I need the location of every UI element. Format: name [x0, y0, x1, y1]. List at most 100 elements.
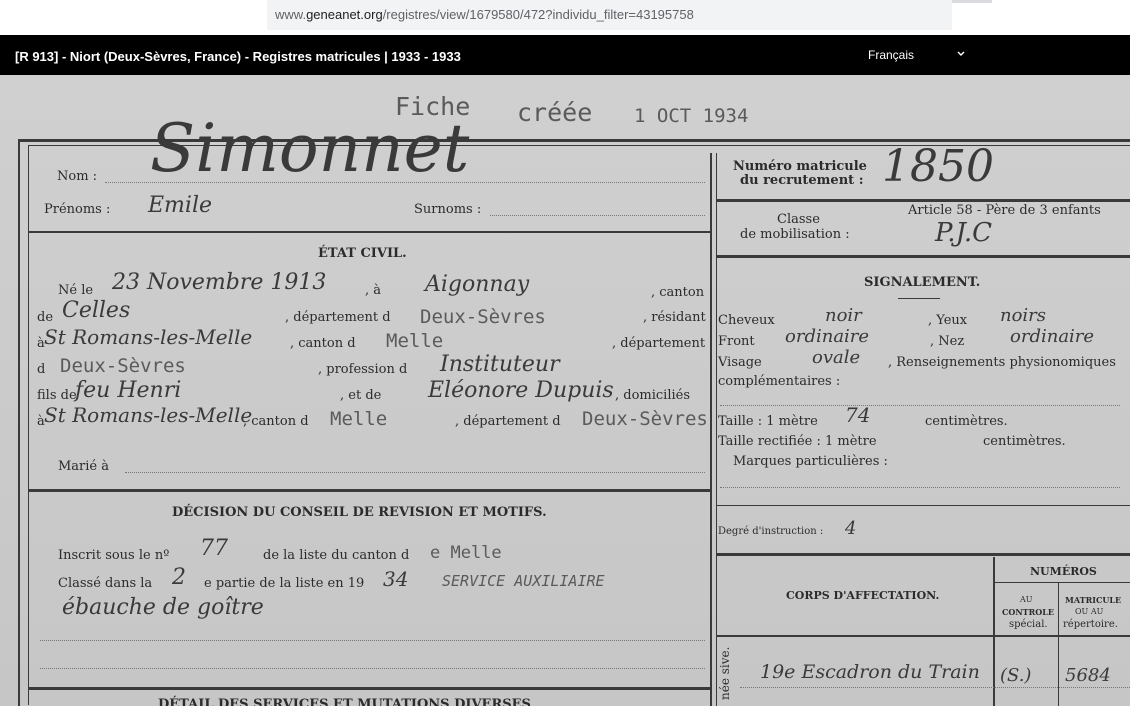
residence: St Romans-les-Melle [44, 325, 253, 349]
service: SERVICE AUXILIAIRE [442, 572, 605, 590]
register-title: [R 913] - Niort (Deux-Sèvres, France) - … [15, 49, 461, 64]
yeux-value: noirs [1000, 305, 1047, 326]
controle-line-1: AU [1020, 595, 1033, 604]
numeros-underline [995, 582, 1130, 583]
parents-place: St Romans-les-Melle [44, 403, 253, 427]
rule-marques [717, 505, 1130, 506]
birth-a: , à [365, 283, 382, 298]
stamp-creee: créée [517, 98, 593, 127]
rule-classe [717, 255, 1130, 258]
marques-line-1 [720, 487, 1120, 488]
nez-label: , Nez [930, 334, 965, 349]
taille-value: 74 [845, 403, 871, 427]
liste-canton-value: e Melle [430, 543, 502, 563]
url-text[interactable]: www.geneanet.org/registres/view/1679580/… [275, 7, 694, 22]
rule-corps-header [717, 635, 1130, 637]
scanned-document-viewer[interactable]: Fiche créée 1 OCT 1934 Nom : Simonnet Pr… [0, 75, 1130, 706]
parents-dept: Deux-Sèvres [582, 408, 708, 430]
register-page: Fiche créée 1 OCT 1934 Nom : Simonnet Pr… [0, 75, 1130, 706]
birth-place: Aigonnay [425, 272, 530, 297]
corps-line [740, 687, 1130, 688]
cheveux-label: Cheveux [718, 313, 775, 328]
departement-value: Deux-Sèvres [420, 306, 546, 328]
visage-value: ovale [812, 347, 861, 368]
renseignements-label: , Renseignements physionomiques [888, 355, 1116, 370]
parents-canton-label: , canton d [243, 414, 309, 429]
centimetres-label-2: centimètres. [983, 434, 1066, 449]
numero-label-1: Numéro matricule [733, 159, 867, 174]
yeux-label: , Yeux [928, 313, 968, 328]
motif: ébauche de goître [62, 595, 264, 620]
numero-label-2: du recrutement : [740, 173, 864, 188]
profession: Instituteur [440, 352, 560, 377]
prenoms-value: Emile [148, 193, 213, 218]
corps-value: 19e Escadron du Train [760, 661, 980, 683]
d-label: d [37, 362, 46, 377]
language-select[interactable]: Français [868, 47, 968, 65]
marques-label: Marques particulières : [733, 454, 888, 469]
partie-no: 2 [172, 565, 186, 590]
taille-label: Taille : 1 mètre [718, 414, 818, 429]
frame-left [18, 139, 20, 706]
parents-dept-label: , département d [455, 414, 561, 429]
residence-canton: Melle [386, 330, 444, 352]
surnoms-line [490, 215, 705, 216]
front-label: Front [718, 334, 755, 349]
degre-label: Degré d'instruction : [718, 526, 824, 537]
inscrit-label: Inscrit sous le nº [58, 548, 170, 563]
taille-rect-label: Taille rectifiée : 1 mètre [718, 434, 877, 449]
column-divider-inner [716, 153, 717, 706]
language-label: Français [868, 48, 915, 62]
matricule-line-1: MATRICULE [1065, 595, 1122, 605]
father: feu Henri [75, 378, 182, 403]
classe-value: P.J.C [935, 218, 993, 248]
numeros-header: NUMÉROS [1030, 565, 1097, 578]
controle-line-3: spécial. [1009, 619, 1048, 630]
birth-date: 23 Novembre 1913 [112, 270, 327, 295]
column-divider [710, 153, 712, 706]
de-label: de [37, 310, 54, 325]
classe-note: Article 58 - Père de 3 enfants [908, 203, 1101, 218]
rule-after-names [29, 231, 710, 233]
etat-civil-title: ÉTAT CIVIL. [318, 246, 407, 261]
liste-canton-label: de la liste du canton d [263, 548, 410, 563]
et-de-label: , et de [340, 388, 382, 403]
fils-de-label: fils de [37, 388, 77, 403]
degre-value: 4 [845, 518, 857, 539]
motif-line-1 [40, 640, 705, 641]
classe-dans-label: Classé dans la [58, 576, 153, 591]
annee: 34 [383, 567, 409, 591]
rule-degre [717, 553, 1130, 556]
ne-le-label: Né le [58, 283, 94, 298]
classe-label-2: de mobilisation : [740, 227, 850, 242]
nom-label: Nom : [57, 169, 98, 184]
domicilies-label: , domiciliés [615, 388, 691, 403]
rule-numero [717, 199, 1130, 202]
resident-label: , résidant [643, 310, 706, 325]
decision-title: DÉCISION DU CONSEIL DE REVISION ET MOTIF… [172, 505, 547, 520]
side-label: née sive. [718, 646, 732, 700]
departement-d-label: , département d [285, 310, 391, 325]
browser-url-bar: www.geneanet.org/registres/view/1679580/… [0, 0, 1130, 35]
corps-header: CORPS D'AFFECTATION. [786, 589, 940, 602]
surnoms-label: Surnoms : [414, 202, 482, 217]
partie-label: e partie de la liste en 19 [204, 576, 365, 591]
nom-value: Simonnet [150, 110, 470, 187]
rule-after-etat-civil [29, 489, 710, 492]
url-host: geneanet.org [306, 7, 383, 22]
canton-label: , canton [651, 285, 705, 300]
mother: Eléonore Dupuis [428, 378, 614, 403]
address-bar[interactable]: www.geneanet.org/registres/view/1679580/… [267, 0, 952, 30]
centimetres-label: centimètres. [925, 414, 1008, 429]
canton-d-label: , canton d [290, 336, 356, 351]
residence-dept: Deux-Sèvres [60, 355, 186, 377]
rule-after-decision [29, 687, 710, 690]
profession-label: , profession d [318, 362, 408, 377]
signalement-underline [898, 298, 940, 299]
parents-canton: Melle [330, 408, 388, 430]
marie-label: Marié à [58, 459, 110, 474]
complementaires-label: complémentaires : [718, 374, 841, 389]
url-path: /registres/view/1679580/472?individu_fil… [382, 7, 694, 22]
nez-value: ordinaire [1010, 326, 1095, 347]
marie-line [125, 472, 705, 473]
